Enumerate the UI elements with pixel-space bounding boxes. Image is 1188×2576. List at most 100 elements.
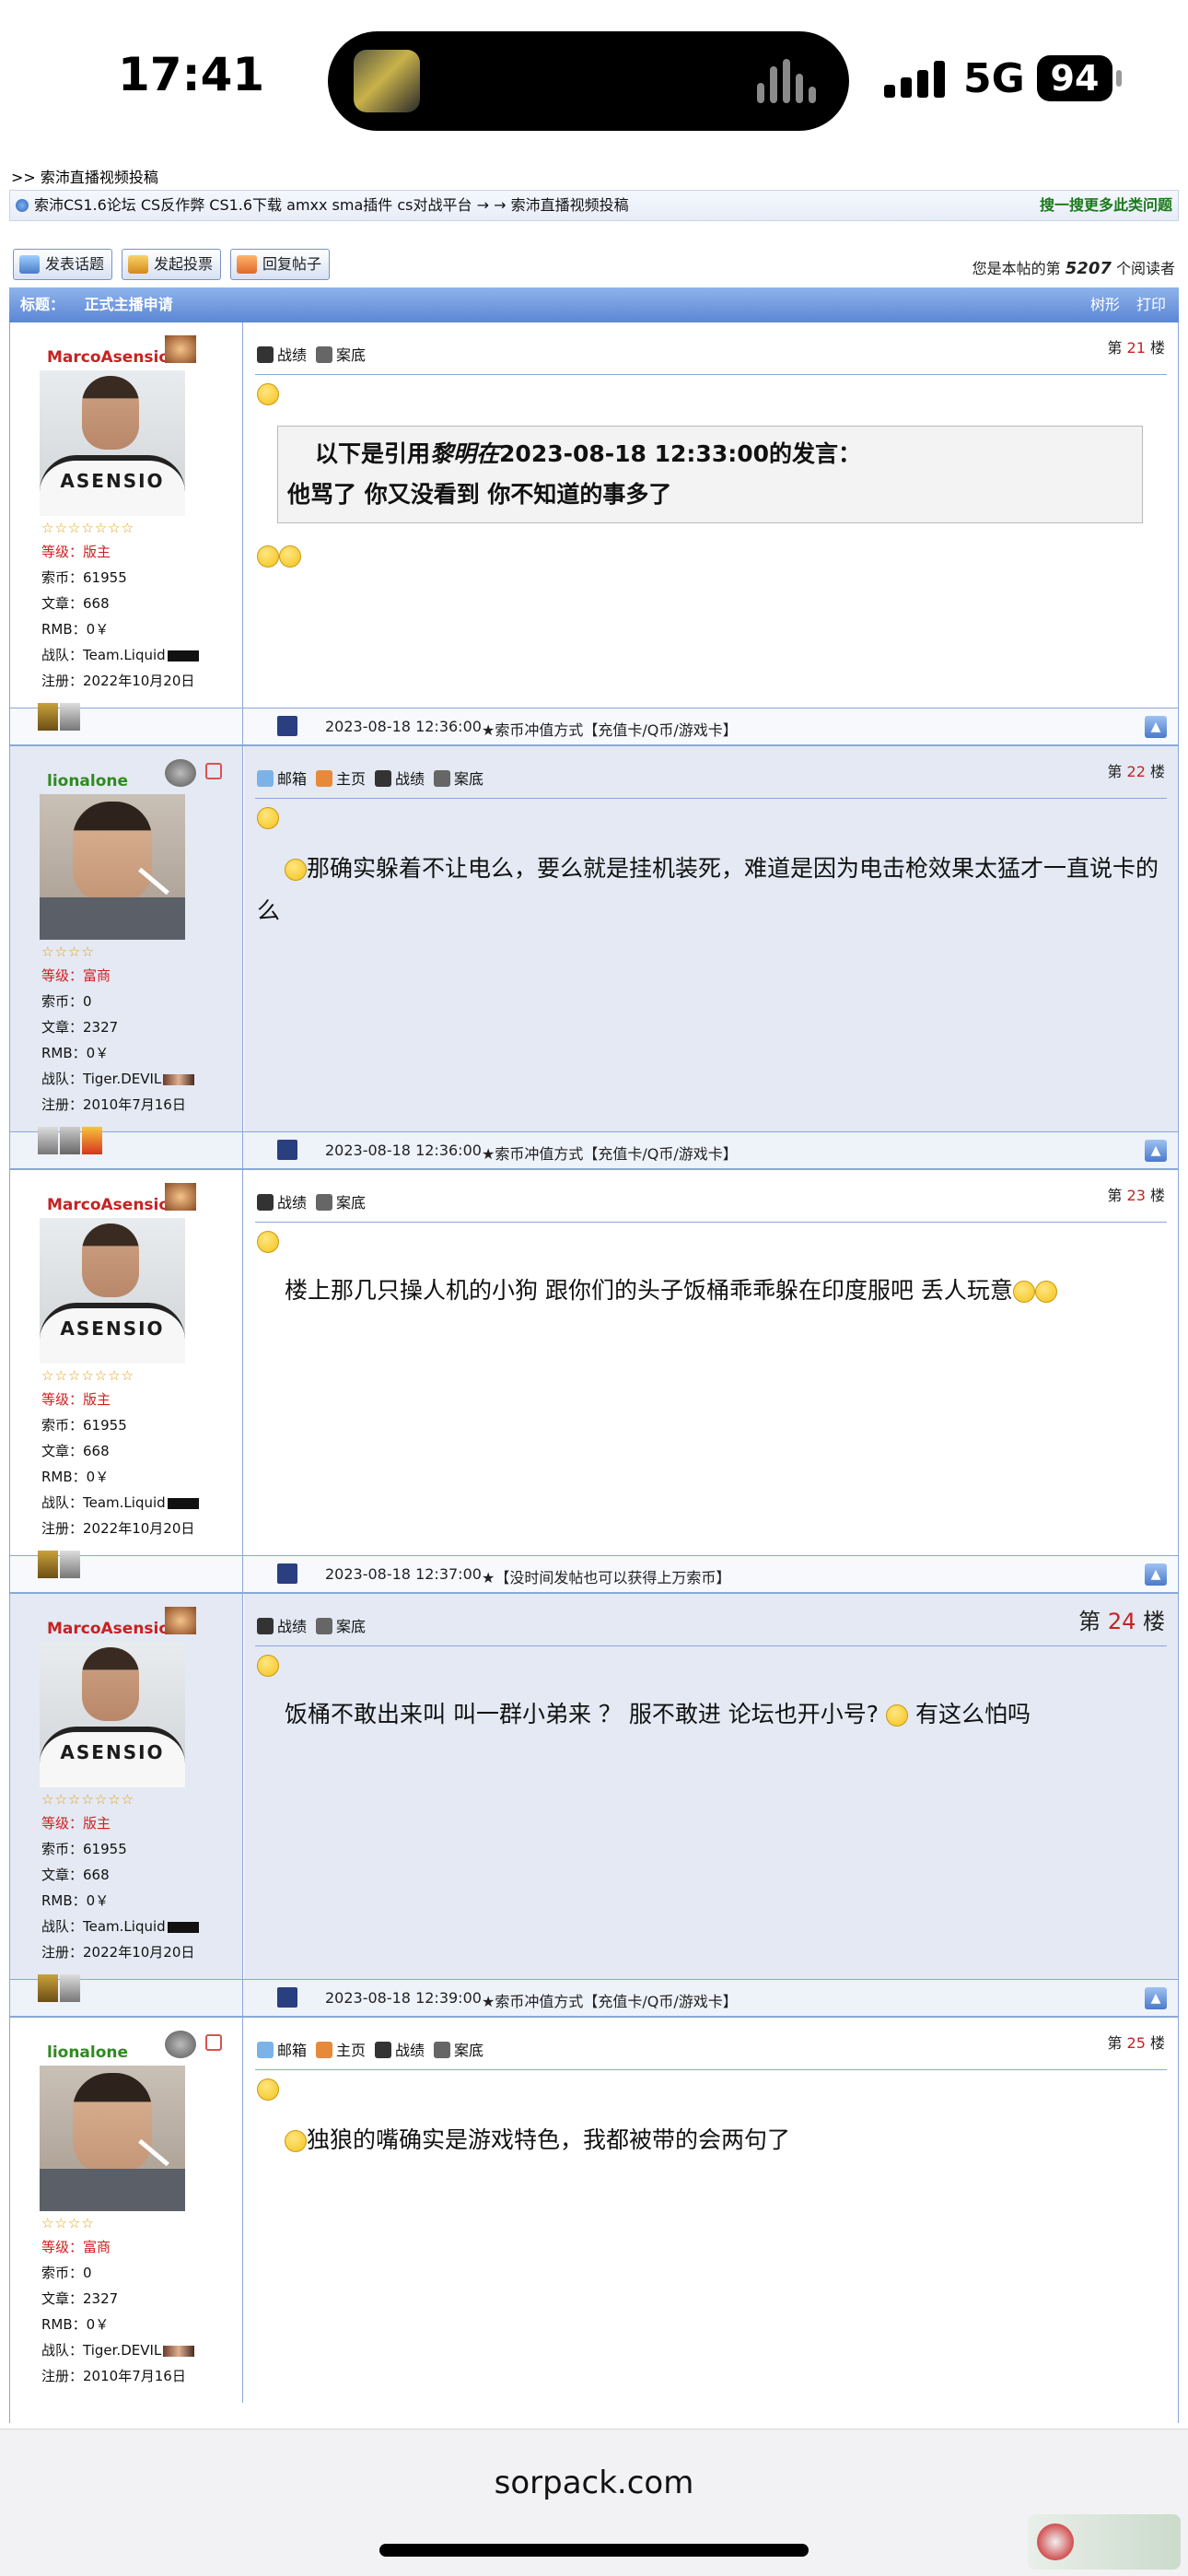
- smile-icon: [257, 807, 279, 829]
- post-22: lionalone ☆☆☆☆ 等级：富商 索币：0 文章：2327 RMB：0￥…: [9, 746, 1179, 1170]
- computer-icon: [316, 1194, 333, 1211]
- rank-stars: ☆☆☆☆☆☆☆: [41, 1367, 135, 1384]
- post-25: lionalone ☆☆☆☆ 等级：富商 索币：0 文章：2327 RMB：0￥…: [9, 2018, 1179, 2423]
- new-topic-button[interactable]: 发表话题: [13, 249, 113, 280]
- user-level: 等级：版主: [41, 544, 111, 560]
- sms-icon[interactable]: [205, 763, 222, 779]
- user-team: 战队：Tiger.DEVIL: [41, 1069, 195, 1088]
- record-link[interactable]: 战绩: [257, 1194, 307, 1212]
- post-text: 独狼的嘴确实是游戏特色，我都被带的会两句了: [257, 2119, 1161, 2161]
- medal-icon: [38, 703, 58, 731]
- post-tools: 战绩 案底: [257, 343, 375, 365]
- emoji-icon: [279, 545, 301, 568]
- user-articles: 文章：2327: [41, 1019, 119, 1036]
- user-team: 战队：Team.Liquid: [41, 1493, 199, 1512]
- case-link[interactable]: 案底: [316, 346, 366, 364]
- case-link[interactable]: 案底: [434, 2042, 483, 2059]
- post-21: MarcoAsensio ASENSIO ☆☆☆☆☆☆☆ 等级：版主 索币：61…: [9, 322, 1179, 746]
- user-coins: 索币：61955: [41, 569, 127, 586]
- user-face-icon: [165, 759, 196, 787]
- dynamic-island[interactable]: [328, 31, 849, 131]
- author-name[interactable]: lionalone: [47, 772, 128, 790]
- user-rmb: RMB：0￥: [41, 1469, 110, 1485]
- user-level: 等级：版主: [41, 1391, 111, 1408]
- breadcrumb[interactable]: >> 索沛直播视频投稿: [9, 166, 1179, 190]
- computer-icon: [434, 770, 451, 787]
- quote-block: 以下是引用黎明在2023-08-18 12:33:00的发言： 他骂了 你又没看…: [277, 426, 1143, 523]
- floor-number: 第 23 楼: [1107, 1187, 1165, 1204]
- homepage-link[interactable]: 主页: [316, 770, 366, 788]
- case-link[interactable]: 案底: [316, 1618, 366, 1635]
- search-more-link[interactable]: 搜一搜更多此类问题: [1040, 191, 1172, 220]
- back-to-top-button[interactable]: ▲: [1145, 1987, 1167, 2009]
- record-link[interactable]: 战绩: [375, 770, 425, 788]
- back-to-top-button[interactable]: ▲: [1145, 1140, 1167, 1162]
- floor-number: 第 25 楼: [1107, 2034, 1165, 2052]
- case-link[interactable]: 案底: [316, 1194, 366, 1212]
- new-poll-button[interactable]: 发起投票: [122, 249, 222, 280]
- post-body: 战绩 案底 第 21 楼 以下是引用黎明在2023-08-18 12:33:00的…: [244, 322, 1178, 708]
- footer-ad-link[interactable]: ★【没时间发帖也可以获得上万索币】: [482, 1565, 730, 1587]
- avatar[interactable]: ASENSIO: [40, 1218, 185, 1364]
- print-link[interactable]: 打印: [1136, 296, 1166, 313]
- medal-icon: [38, 1974, 58, 2002]
- rank-stars: ☆☆☆☆☆☆☆: [41, 1791, 135, 1808]
- emoji-icon: [886, 1704, 909, 1727]
- sms-icon[interactable]: [205, 2034, 222, 2051]
- footer-ad-link[interactable]: ★索币冲值方式【充值卡/Q币/游戏卡】: [482, 1989, 738, 2011]
- divider: [255, 798, 1167, 799]
- smile-icon: [257, 2078, 279, 2101]
- post-time: 2023-08-18 12:39:00: [325, 1989, 482, 2007]
- address-bar[interactable]: sorpack.com: [0, 2465, 1188, 2501]
- nav-path[interactable]: 索沛CS1.6论坛 CS反作弊 CS1.6下载 amxx sma插件 cs对战平…: [34, 196, 629, 214]
- homepage-link[interactable]: 主页: [316, 2042, 366, 2059]
- rank-stars: ☆☆☆☆: [41, 2215, 95, 2231]
- tree-view-link[interactable]: 树形: [1090, 296, 1120, 313]
- user-team: 战队：Tiger.DEVIL: [41, 2340, 195, 2359]
- record-link[interactable]: 战绩: [375, 2042, 425, 2059]
- footer-ad-link[interactable]: ★索币冲值方式【充值卡/Q币/游戏卡】: [482, 1142, 738, 1164]
- footer-ad-link[interactable]: ★索币冲值方式【充值卡/Q币/游戏卡】: [482, 718, 738, 740]
- author-name[interactable]: MarcoAsensio: [47, 1620, 169, 1638]
- thread-title-label: 标题：: [20, 296, 65, 313]
- network-type: 5G: [963, 55, 1025, 102]
- forum-page: >> 索沛直播视频投稿 索沛CS1.6论坛 CS反作弊 CS1.6下载 amxx…: [9, 166, 1179, 2423]
- case-link[interactable]: 案底: [434, 770, 483, 788]
- medal-icon: [60, 703, 80, 731]
- smile-icon: [257, 1231, 279, 1253]
- avatar[interactable]: [40, 794, 185, 940]
- mail-link[interactable]: 邮箱: [257, 770, 307, 788]
- ip-icon[interactable]: [277, 716, 297, 736]
- ip-icon[interactable]: [277, 1140, 297, 1160]
- back-to-top-button[interactable]: ▲: [1145, 716, 1167, 738]
- author-name[interactable]: lionalone: [47, 2043, 128, 2062]
- avatar[interactable]: ASENSIO: [40, 370, 185, 516]
- avatar[interactable]: ASENSIO: [40, 1642, 185, 1787]
- user-reg-date: 注册：2022年10月20日: [41, 1520, 195, 1537]
- emoji-icon: [257, 545, 279, 568]
- rank-stars: ☆☆☆☆: [41, 943, 95, 960]
- user-coins: 索币：0: [41, 2265, 92, 2281]
- home-indicator[interactable]: [379, 2544, 809, 2557]
- thread-title-bar: 标题： 正式主播申请 树形 打印: [9, 287, 1179, 322]
- post-text: 那确实躲着不让电么，要么就是挂机装死，难道是因为电击枪效果太猛才一直说卡的么: [257, 855, 1159, 924]
- reply-button[interactable]: 回复帖子: [230, 249, 331, 280]
- smile-icon: [257, 383, 279, 405]
- ip-icon[interactable]: [277, 1987, 297, 2008]
- author-name[interactable]: MarcoAsensio: [47, 348, 169, 367]
- quote-text: 他骂了 你又没看到 你不知道的事多了: [287, 481, 672, 508]
- post-time: 2023-08-18 12:37:00: [325, 1565, 482, 1583]
- medal-icon: [60, 1127, 80, 1154]
- user-rmb: RMB：0￥: [41, 2316, 110, 2333]
- avatar[interactable]: [40, 2066, 185, 2211]
- record-link[interactable]: 战绩: [257, 346, 307, 364]
- mail-link[interactable]: 邮箱: [257, 2042, 307, 2059]
- pencil-icon: [19, 255, 40, 274]
- author-name[interactable]: MarcoAsensio: [47, 1196, 169, 1214]
- ip-icon[interactable]: [277, 1563, 297, 1584]
- record-icon: [375, 2042, 392, 2058]
- post-emojis: [257, 534, 1161, 577]
- record-link[interactable]: 战绩: [257, 1618, 307, 1635]
- nav-bar: 索沛CS1.6论坛 CS反作弊 CS1.6下载 amxx sma插件 cs对战平…: [9, 190, 1179, 221]
- back-to-top-button[interactable]: ▲: [1145, 1563, 1167, 1586]
